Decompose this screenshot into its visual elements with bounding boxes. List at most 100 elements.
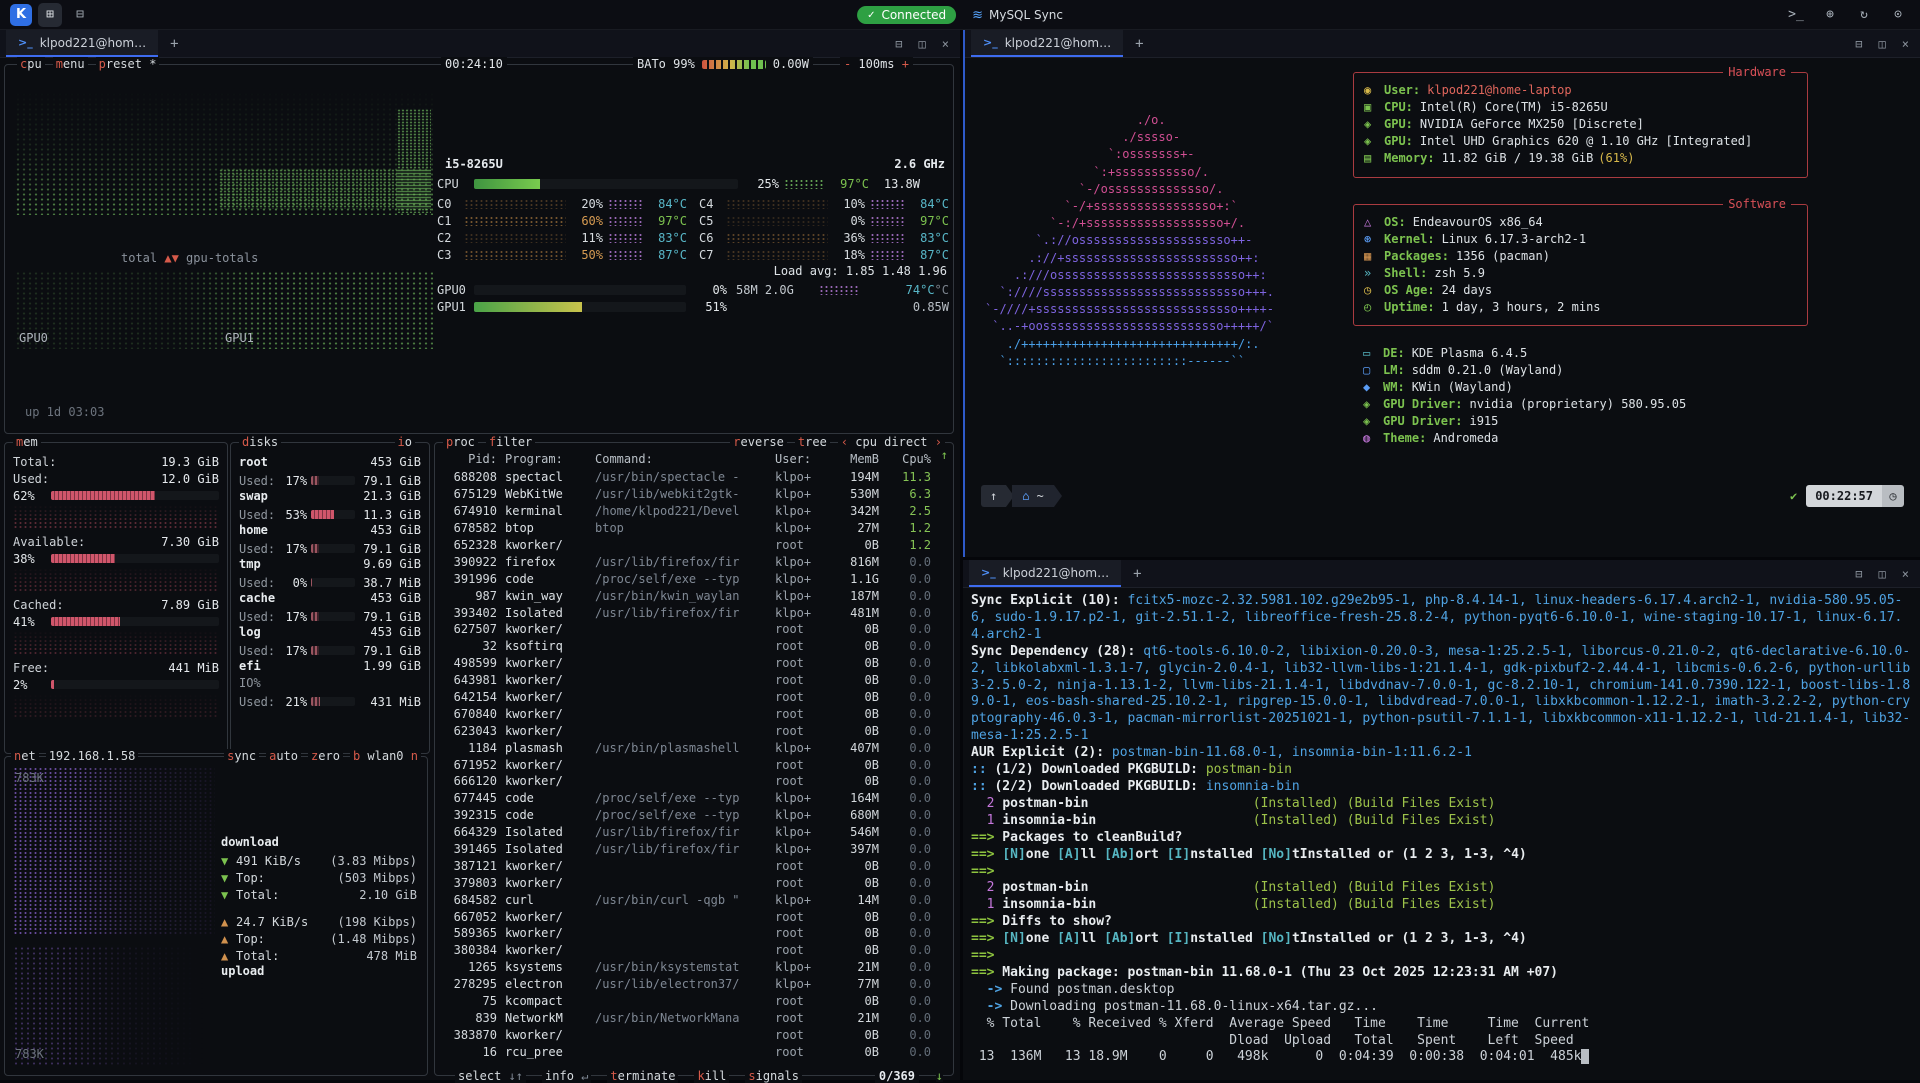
interval-decrease-button[interactable]: -	[844, 57, 851, 71]
split-horizontal-icon[interactable]: ⊟	[1850, 567, 1867, 581]
io-mode-toggle[interactable]: io	[395, 435, 415, 449]
connected-badge[interactable]: ✓ Connected	[857, 6, 956, 24]
net-zero-button[interactable]: zero	[308, 749, 343, 763]
sort-prev-icon[interactable]: ‹	[841, 435, 848, 449]
process-row[interactable]: 671952kworker/root0B0.0	[443, 756, 939, 773]
process-row[interactable]: 627507kworker/root0B0.0	[443, 621, 939, 638]
iface-prev-key[interactable]: b	[353, 749, 360, 763]
process-row[interactable]: 684582curl/usr/bin/curl -qgb "klpo+14M0.…	[443, 891, 939, 908]
new-tab-button[interactable]: +	[164, 36, 184, 52]
proc-action-info[interactable]: info ↵	[542, 1069, 591, 1083]
process-row[interactable]: 32ksoftirqroot0B0.0	[443, 638, 939, 655]
process-row[interactable]: 623043kworker/root0B0.0	[443, 722, 939, 739]
btop-menu-menu[interactable]: menu	[53, 57, 88, 71]
close-pane-icon[interactable]: ×	[1897, 567, 1914, 581]
sort-next-icon[interactable]: ›	[935, 435, 942, 449]
scroll-down-icon[interactable]: ↓	[936, 1070, 943, 1082]
btop-menu-preset[interactable]: preset *	[96, 57, 160, 71]
new-tab-button[interactable]: +	[1127, 566, 1147, 582]
split-vertical-icon[interactable]: ◫	[1874, 567, 1891, 581]
scroll-up-icon[interactable]: ↑	[941, 449, 948, 461]
process-row[interactable]: 391465Isolated/usr/lib/firefox/firklpo+3…	[443, 841, 939, 858]
net-sync-button[interactable]: sync	[224, 749, 259, 763]
process-row[interactable]: 390922firefox/usr/lib/firefox/firklpo+81…	[443, 553, 939, 570]
process-row[interactable]: 278295electron/usr/lib/electron37/klpo+7…	[443, 976, 939, 993]
tab-fastfetch[interactable]: >_ klpod221@hom…	[971, 30, 1123, 57]
proc-col-command[interactable]: Command:	[595, 452, 767, 466]
apps-grid-icon[interactable]: ⊞	[38, 3, 62, 27]
iface-next-key[interactable]: n	[411, 749, 418, 763]
close-pane-icon[interactable]: ×	[937, 37, 954, 51]
refresh-icon[interactable]: ↻	[1852, 3, 1876, 27]
proc-pid: 678582	[443, 521, 497, 535]
proc-pid: 392315	[443, 808, 497, 822]
proc-action-terminate[interactable]: terminate	[607, 1069, 678, 1083]
process-row[interactable]: 498599kworker/root0B0.0	[443, 655, 939, 672]
net-auto-button[interactable]: auto	[266, 749, 301, 763]
power-icon[interactable]: ⊙	[1886, 3, 1910, 27]
process-row[interactable]: 666120kworker/root0B0.0	[443, 773, 939, 790]
net-interface-switcher[interactable]: b wlan0 n	[350, 749, 421, 763]
memory-box-title[interactable]: mem	[13, 435, 41, 449]
download-stat-row: ▼491 KiB/s(3.83 Mibps)	[221, 852, 417, 869]
proc-action-signals[interactable]: signals	[745, 1069, 802, 1083]
process-row[interactable]: 380384kworker/root0B0.0	[443, 942, 939, 959]
close-pane-icon[interactable]: ×	[1897, 37, 1914, 51]
window-layout-icon[interactable]: ⊟	[68, 3, 92, 27]
process-row[interactable]: 391996code/proc/self/exe --typklpo+1.1G0…	[443, 570, 939, 587]
process-row[interactable]: 393402Isolated/usr/lib/firefox/firklpo+4…	[443, 604, 939, 621]
proc-box-title[interactable]: proc	[443, 435, 478, 449]
proc-sort-mode[interactable]: ‹ cpu direct ›	[838, 435, 945, 449]
process-row[interactable]: 383870kworker/root0B0.0	[443, 1026, 939, 1043]
proc-col-memb[interactable]: MemB	[829, 452, 879, 466]
wm-icon: ◆	[1363, 380, 1383, 394]
proc-col-pid[interactable]: Pid:	[443, 452, 497, 466]
process-row[interactable]: 675129WebKitWe/usr/lib/webkit2gtk-klpo+5…	[443, 486, 939, 503]
proc-col-cpu%[interactable]: Cpu%	[887, 452, 931, 466]
btop-menu-cpu[interactable]: cpu	[17, 57, 45, 71]
tree-button[interactable]: tree	[795, 435, 830, 449]
mem-gauge-row: 38%	[13, 552, 219, 565]
new-tab-button[interactable]: +	[1129, 36, 1149, 52]
graph-mode-toggle[interactable]: total ▲▼ gpu-totals	[121, 251, 258, 265]
proc-action-kill[interactable]: kill	[694, 1069, 729, 1083]
process-row[interactable]: 642154kworker/root0B0.0	[443, 689, 939, 706]
process-row[interactable]: 16rcu_preeroot0B0.0	[443, 1043, 939, 1060]
process-row[interactable]: 1184plasmash/usr/bin/plasmashellklpo+407…	[443, 739, 939, 756]
process-row[interactable]: 75kcompactroot0B0.0	[443, 993, 939, 1010]
add-pane-icon[interactable]: ⊕	[1818, 3, 1842, 27]
process-row[interactable]: 652328kworker/root0B1.2	[443, 537, 939, 554]
split-horizontal-icon[interactable]: ⊟	[890, 37, 907, 51]
split-horizontal-icon[interactable]: ⊟	[1850, 37, 1867, 51]
tab-package[interactable]: >_ klpod221@hom…	[969, 560, 1121, 587]
mysql-sync-status[interactable]: ≋ MySQL Sync	[972, 8, 1063, 23]
process-row[interactable]: 674910kerminal/home/klpod221/Develklpo+3…	[443, 503, 939, 520]
process-row[interactable]: 839NetworkM/usr/bin/NetworkManaroot21M0.…	[443, 1010, 939, 1027]
process-row[interactable]: 664329Isolated/usr/lib/firefox/firklpo+5…	[443, 824, 939, 841]
process-row[interactable]: 1265ksystems/usr/bin/ksystemstatklpo+21M…	[443, 959, 939, 976]
filter-button[interactable]: filter	[486, 435, 535, 449]
process-row[interactable]: 643981kworker/root0B0.0	[443, 672, 939, 689]
split-vertical-icon[interactable]: ◫	[914, 37, 931, 51]
disks-box-title[interactable]: disks	[239, 435, 281, 449]
reverse-button[interactable]: reverse	[730, 435, 787, 449]
process-row[interactable]: 688208spectacl/usr/bin/spectacle -klpo+1…	[443, 469, 939, 486]
proc-col-program[interactable]: Program:	[505, 452, 587, 466]
process-row[interactable]: 387121kworker/root0B0.0	[443, 857, 939, 874]
tab-btop[interactable]: >_ klpod221@hom…	[6, 30, 158, 57]
terminal-icon[interactable]: >_	[1784, 3, 1808, 27]
split-vertical-icon[interactable]: ◫	[1874, 37, 1891, 51]
net-box-title[interactable]: net	[11, 749, 39, 763]
interval-increase-button[interactable]: +	[902, 57, 909, 71]
process-row[interactable]: 667052kworker/root0B0.0	[443, 908, 939, 925]
process-row[interactable]: 379803kworker/root0B0.0	[443, 874, 939, 891]
process-row[interactable]: 677445code/proc/self/exe --typklpo+164M0…	[443, 790, 939, 807]
process-row[interactable]: 678582btopbtopklpo+27M1.2	[443, 520, 939, 537]
kde-logo-icon[interactable]: K	[10, 4, 32, 26]
process-row[interactable]: 670840kworker/root0B0.0	[443, 705, 939, 722]
process-row[interactable]: 392315code/proc/self/exe --typklpo+680M0…	[443, 807, 939, 824]
process-row[interactable]: 589365kworker/root0B0.0	[443, 925, 939, 942]
proc-action-select[interactable]: select ↓↑	[455, 1069, 526, 1083]
process-row[interactable]: 987kwin_way/usr/bin/kwin_waylanklpo+187M…	[443, 587, 939, 604]
proc-col-user[interactable]: User:	[775, 452, 821, 466]
